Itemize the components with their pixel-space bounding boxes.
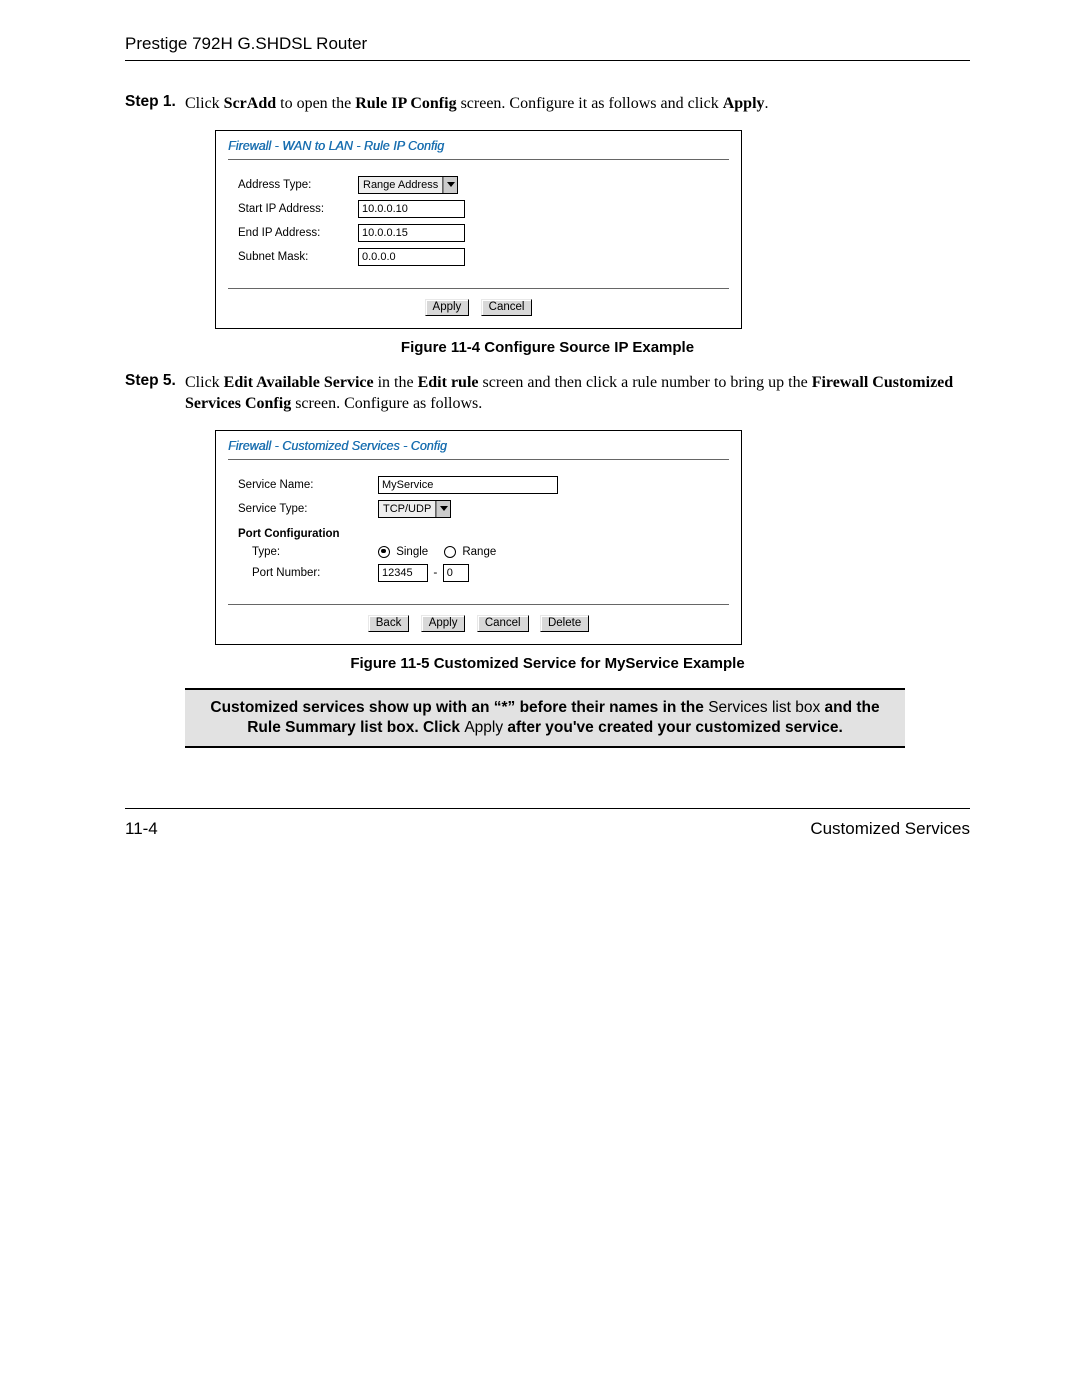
footer-section: Customized Services [810,819,970,839]
end-ip-input[interactable]: 10.0.0.15 [358,224,465,242]
chevron-down-icon[interactable] [443,177,457,193]
port-number-inputs: 12345 - 0 [378,564,469,582]
t: screen. Configure as follows. [291,395,482,412]
start-ip-input[interactable]: 10.0.0.10 [358,200,465,218]
radio-range-label: Range [462,546,496,558]
service-type-select[interactable]: TCP/UDP [378,500,451,518]
address-type-value: Range Address [359,177,443,193]
address-type-select[interactable]: Range Address [358,176,458,194]
button-row: Back Apply Cancel Delete [216,605,741,644]
cancel-button[interactable]: Cancel [477,615,529,632]
step-1: Step 1. Click ScrAdd to open the Rule IP… [125,93,970,115]
row-address-type: Address Type: Range Address [238,176,719,194]
port-configuration-heading: Port Configuration [238,528,719,540]
panel-body: Address Type: Range Address Start IP Add… [216,160,741,282]
row-subnet: Subnet Mask: 0.0.0.0 [238,248,719,266]
radio-single[interactable] [378,546,390,558]
cancel-button[interactable]: Cancel [481,299,533,316]
t: Rule IP Config [355,95,456,112]
t: Click [185,374,224,391]
port-number-start-input[interactable]: 12345 [378,564,428,582]
t: Edit Available Service [224,374,374,391]
t: Customized services show up with an “*” … [210,699,708,716]
page-number: 11-4 [125,819,158,839]
note-box: Customized services show up with an “*” … [185,688,905,748]
port-number-end-input[interactable]: 0 [443,564,469,582]
row-service-type: Service Type: TCP/UDP [238,500,719,518]
radio-single-label: Single [396,546,428,558]
row-service-name: Service Name: MyService [238,476,719,494]
footer: 11-4 Customized Services [125,809,970,839]
panel-rule-ip-config: Firewall - WAN to LAN - Rule IP Config A… [215,130,742,329]
row-port-type: Type: Single Range [238,546,719,558]
subnet-label: Subnet Mask: [238,251,358,263]
panel-title: Firewall - WAN to LAN - Rule IP Config [216,131,741,159]
figure-11-4-caption: Figure 11-4 Configure Source IP Example [125,339,970,356]
apply-button[interactable]: Apply [425,299,470,316]
subnet-input[interactable]: 0.0.0.0 [358,248,465,266]
delete-button[interactable]: Delete [540,615,589,632]
t: screen. Configure it as follows and clic… [457,95,723,112]
step-5: Step 5. Click Edit Available Service in … [125,372,970,415]
step-5-text: Click Edit Available Service in the Edit… [185,372,970,415]
t: Apply [464,719,503,736]
step-1-label: Step 1. [125,93,185,115]
panel-customized-services: Firewall - Customized Services - Config … [215,430,742,645]
row-start-ip: Start IP Address: 10.0.0.10 [238,200,719,218]
t: . [765,95,769,112]
port-type-label: Type: [238,546,378,558]
t: after you've created your customized ser… [503,719,843,736]
service-type-value: TCP/UDP [379,501,436,517]
button-row: Apply Cancel [216,289,741,328]
t: in the [374,374,418,391]
service-type-label: Service Type: [238,503,378,515]
t: Services list box [708,699,820,716]
row-port-number: Port Number: 12345 - 0 [238,564,719,582]
radio-range[interactable] [444,546,456,558]
port-separator: - [433,565,437,579]
chevron-down-icon[interactable] [436,501,450,517]
service-name-label: Service Name: [238,479,378,491]
panel-body: Service Name: MyService Service Type: TC… [216,460,741,598]
page-header: Prestige 792H G.SHDSL Router [125,30,970,61]
address-type-label: Address Type: [238,179,358,191]
back-button[interactable]: Back [368,615,410,632]
row-end-ip: End IP Address: 10.0.0.15 [238,224,719,242]
start-ip-label: Start IP Address: [238,203,358,215]
t: Edit rule [418,374,479,391]
port-type-radios: Single Range [378,546,496,558]
step-5-label: Step 5. [125,372,185,415]
end-ip-label: End IP Address: [238,227,358,239]
figure-11-5-caption: Figure 11-5 Customized Service for MySer… [125,655,970,672]
panel-title: Firewall - Customized Services - Config [216,431,741,459]
t: Apply [723,95,765,112]
apply-button[interactable]: Apply [421,615,466,632]
t: to open the [276,95,355,112]
t: screen and then click a rule number to b… [478,374,811,391]
service-name-input[interactable]: MyService [378,476,558,494]
t: Click [185,95,224,112]
t: ScrAdd [224,95,276,112]
step-1-text: Click ScrAdd to open the Rule IP Config … [185,93,970,115]
port-number-label: Port Number: [238,567,378,579]
